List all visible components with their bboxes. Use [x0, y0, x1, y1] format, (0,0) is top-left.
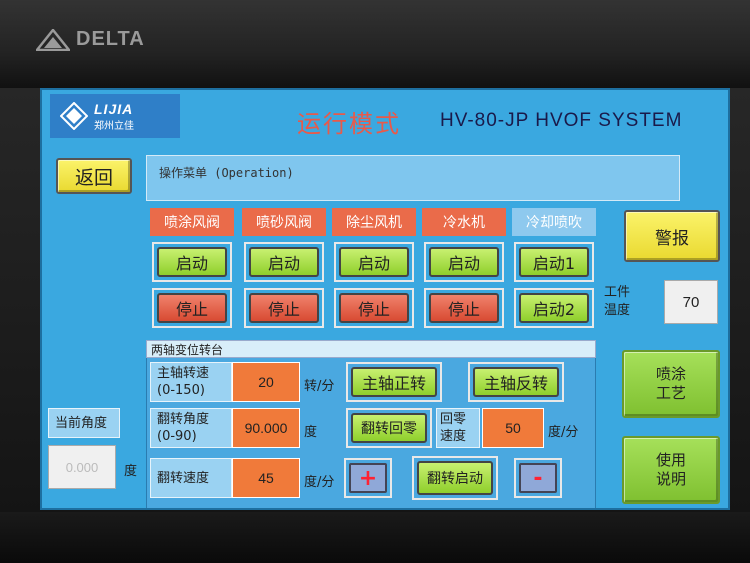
current-angle-value: 0.000 [48, 445, 116, 489]
flip-start-cell: 翻转启动 [412, 456, 498, 500]
chiller-start-button[interactable]: 启动 [429, 247, 499, 277]
operation-menu: 操作菜单 (Operation) [146, 155, 680, 201]
lijia-logo: LIJIA 郑州立佳 [50, 94, 180, 138]
sand-valve-stop-cell: 停止 [244, 288, 324, 328]
spray-valve-start-cell: 启动 [152, 242, 232, 282]
home-speed-unit: 度/分 [548, 425, 579, 440]
cooling-blow-start1-button[interactable]: 启动1 [519, 247, 589, 277]
device-label-dust-fan: 除尘风机 [332, 208, 416, 236]
spindle-forward-cell: 主轴正转 [346, 362, 442, 402]
sand-valve-start-cell: 启动 [244, 242, 324, 282]
logo-cn: 郑州立佳 [94, 120, 134, 132]
spindle-speed-unit: 转/分 [304, 379, 335, 394]
spray-process-button[interactable]: 喷涂 工艺 [622, 350, 720, 418]
flip-speed-label: 翻转速度 [150, 458, 232, 498]
cooling-blow-start1-cell: 启动1 [514, 242, 594, 282]
turntable-title: 两轴变位转台 [146, 340, 596, 358]
dust-fan-start-button[interactable]: 启动 [339, 247, 409, 277]
device-label-spray-valve: 喷涂风阀 [150, 208, 234, 236]
delta-logo-icon [36, 28, 70, 51]
dust-fan-stop-button[interactable]: 停止 [339, 293, 409, 323]
cooling-blow-start2-cell: 启动2 [514, 288, 594, 328]
home-speed-label: 回零 速度 [436, 408, 480, 448]
flip-home-button[interactable]: 翻转回零 [351, 413, 427, 443]
flip-home-cell: 翻转回零 [346, 408, 432, 448]
bezel-bottom [0, 512, 750, 563]
device-label-chiller: 冷水机 [422, 208, 506, 236]
hmi-screen: LIJIA 郑州立佳 运行模式 HV-80-JP HVOF SYSTEM 返回 … [40, 88, 730, 510]
spray-valve-start-button[interactable]: 启动 [157, 247, 227, 277]
flip-start-button[interactable]: 翻转启动 [417, 461, 493, 495]
spray-valve-stop-cell: 停止 [152, 288, 232, 328]
spindle-speed-label: 主轴转速 (0-150) [150, 362, 232, 402]
back-button[interactable]: 返回 [56, 158, 132, 194]
flip-angle-unit: 度 [304, 425, 318, 440]
sand-valve-stop-button[interactable]: 停止 [249, 293, 319, 323]
device-label-cooling-blow: 冷却喷吹 [512, 208, 596, 236]
plus-button[interactable]: + [349, 463, 387, 493]
device-label-sand-valve: 喷砂风阀 [242, 208, 326, 236]
manual-button[interactable]: 使用 说明 [622, 436, 720, 504]
flip-speed-unit: 度/分 [304, 475, 335, 490]
minus-button[interactable]: - [519, 463, 557, 493]
alarm-button[interactable]: 警报 [624, 210, 720, 262]
minus-cell: - [514, 458, 562, 498]
chiller-stop-cell: 停止 [424, 288, 504, 328]
plus-cell: + [344, 458, 392, 498]
dust-fan-start-cell: 启动 [334, 242, 414, 282]
spindle-speed-input[interactable]: 20 [232, 362, 300, 402]
flip-angle-input[interactable]: 90.000 [232, 408, 300, 448]
header: LIJIA 郑州立佳 运行模式 HV-80-JP HVOF SYSTEM [42, 90, 728, 138]
spray-valve-stop-button[interactable]: 停止 [157, 293, 227, 323]
delta-brand-text: DELTA [76, 28, 145, 50]
cooling-blow-start2-button[interactable]: 启动2 [519, 293, 589, 323]
chiller-start-cell: 启动 [424, 242, 504, 282]
workpiece-temp-value: 70 [664, 280, 718, 324]
bezel-top: DELTA [0, 0, 750, 88]
flip-speed-input[interactable]: 45 [232, 458, 300, 498]
current-angle-unit: 度 [124, 464, 138, 479]
spindle-forward-button[interactable]: 主轴正转 [351, 367, 437, 397]
system-title: HV-80-JP HVOF SYSTEM [440, 110, 683, 131]
lijia-diamond-icon [60, 102, 88, 130]
dust-fan-stop-cell: 停止 [334, 288, 414, 328]
flip-angle-label: 翻转角度 (0-90) [150, 408, 232, 448]
logo-en: LIJIA [94, 100, 134, 117]
home-speed-input[interactable]: 50 [482, 408, 544, 448]
chiller-stop-button[interactable]: 停止 [429, 293, 499, 323]
spindle-reverse-button[interactable]: 主轴反转 [473, 367, 559, 397]
spindle-reverse-cell: 主轴反转 [468, 362, 564, 402]
current-angle-label: 当前角度 [48, 408, 120, 438]
delta-brand: DELTA [36, 28, 145, 51]
sand-valve-start-button[interactable]: 启动 [249, 247, 319, 277]
workpiece-temp-label: 工件 温度 [604, 285, 631, 318]
mode-title: 运行模式 [297, 110, 401, 138]
